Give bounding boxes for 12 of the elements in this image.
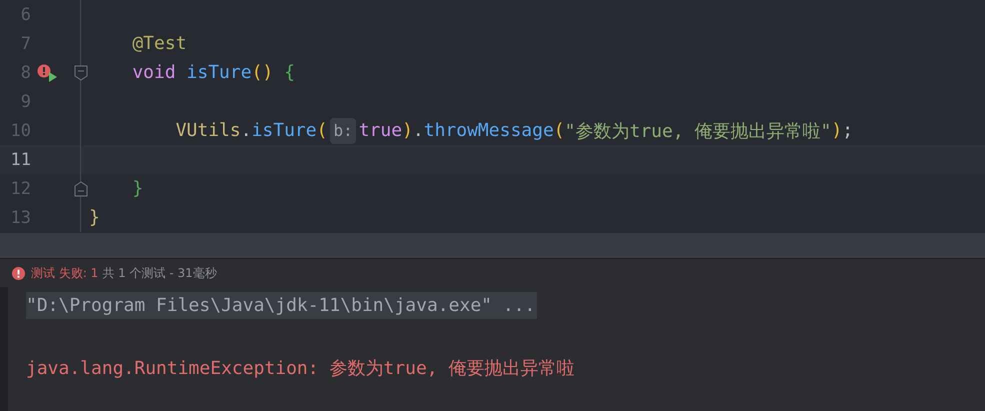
line-number: 11: [10, 150, 31, 170]
fold-icon[interactable]: [74, 180, 88, 196]
code-line: void isTure() {: [131, 62, 295, 83]
run-test-icon[interactable]: [37, 64, 59, 82]
test-result: 测试 失败: 1: [31, 264, 98, 282]
test-summary: 共 1 个测试 - 31毫秒: [102, 264, 217, 282]
fold-icon[interactable]: [74, 64, 88, 80]
code-line: VUtils.isTure( b: true).throwMessage("参数为true, 俺要抛出异常啦");: [89, 118, 854, 144]
code-line: @Test: [131, 33, 187, 54]
code-line: }: [131, 178, 144, 199]
error-message: java.lang.RuntimeException: 参数为true, 俺要抛出异常啦: [26, 357, 574, 381]
code-line: }: [89, 207, 100, 228]
